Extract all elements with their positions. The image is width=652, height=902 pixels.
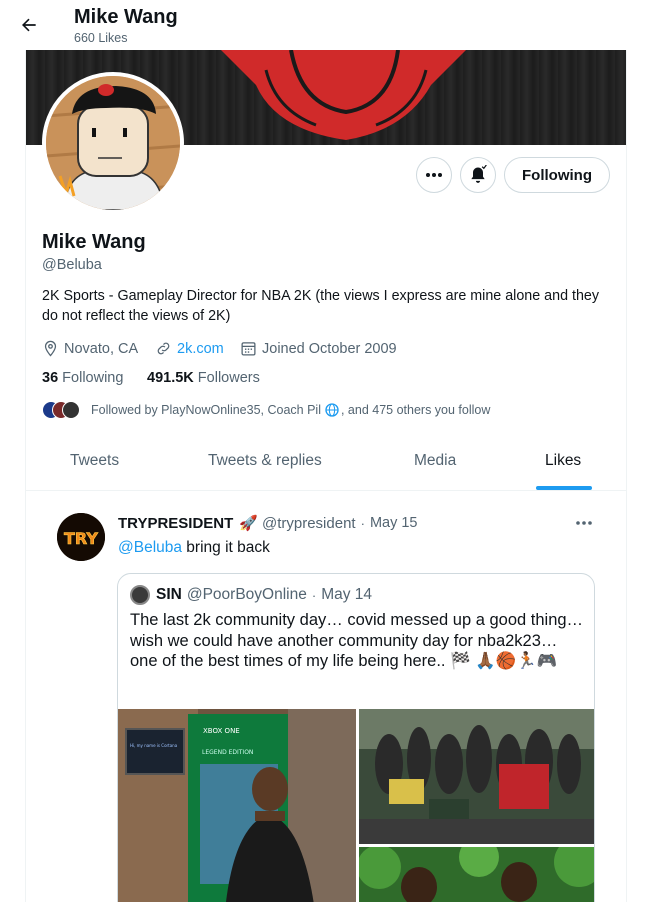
quoted-photo-3[interactable]: [359, 847, 594, 902]
quoted-tweet-text: The last 2k community day… covid messed …: [130, 611, 584, 670]
quoted-tweet-header: SIN @PoorBoyOnline · May 14: [130, 585, 372, 605]
tweet-author-avatar[interactable]: TRY: [57, 513, 105, 561]
profile-location: Novato, CA: [42, 340, 138, 357]
more-dots-icon: [426, 173, 442, 177]
quoted-author-avatar: [130, 585, 150, 605]
notifications-button[interactable]: [460, 157, 496, 193]
followed-by-text: Followed by PlayNowOnline35, Coach Pil: [91, 403, 321, 417]
profile-joined-date: Joined October 2009: [240, 340, 397, 357]
tab-likes[interactable]: Likes: [545, 452, 581, 470]
joined-text: Joined October 2009: [262, 340, 397, 357]
rocket-emoji-icon: 🚀: [239, 515, 258, 532]
back-arrow-icon[interactable]: [14, 10, 44, 40]
avatar-logo-text: TRY: [64, 529, 98, 548]
followed-by-row[interactable]: Followed by PlayNowOnline35, Coach Pil ,…: [42, 400, 490, 420]
tweet-text: @Beluba bring it back: [118, 539, 270, 557]
tweet-date[interactable]: May 15: [370, 515, 418, 531]
tab-tweets[interactable]: Tweets: [70, 452, 119, 470]
following-button[interactable]: Following: [504, 157, 610, 193]
tweet-author-handle[interactable]: @trypresident: [262, 515, 356, 532]
profile-avatar[interactable]: [42, 72, 184, 214]
quoted-date: May 14: [321, 586, 373, 603]
following-count-link[interactable]: 36 Following: [42, 370, 123, 386]
quoted-photo-2[interactable]: [359, 709, 594, 844]
header-title: Mike Wang: [74, 6, 178, 28]
followers-count-link[interactable]: 491.5K Followers: [147, 370, 260, 386]
calendar-icon: [241, 342, 256, 356]
profile-name: Mike Wang: [42, 231, 146, 253]
followers-label: Followers: [197, 370, 260, 386]
screen-text: Hi, my name is Cortana: [130, 743, 178, 748]
globe-icon: [325, 403, 339, 417]
bell-icon: [471, 165, 487, 183]
tweet-more-button[interactable]: [572, 513, 596, 533]
quoted-tweet-card[interactable]: SIN @PoorBoyOnline · May 14 The last 2k …: [117, 573, 595, 902]
quoted-photo-1[interactable]: Hi, my name is Cortana XBOX ONE LEGEND E…: [118, 709, 356, 902]
column-border-right: [626, 0, 627, 902]
following-count: 36: [42, 370, 59, 386]
quoted-author-name: SIN: [156, 586, 182, 603]
profile-bio: 2K Sports - Gameplay Director for NBA 2K…: [42, 288, 600, 324]
followed-by-tail: , and 475 others you follow: [340, 403, 491, 417]
more-dots-icon: [576, 521, 592, 525]
twitter-profile-page: Mike Wang 660 Likes Following Mike Wang …: [0, 0, 652, 902]
header-likes-count: 660 Likes: [74, 31, 128, 45]
followers-count: 491.5K: [147, 370, 194, 386]
follower-avatar: [62, 401, 80, 419]
tweet-separator: ·: [360, 515, 365, 531]
location-text: Novato, CA: [64, 340, 139, 357]
location-pin-icon: [44, 340, 57, 357]
link-icon: [157, 342, 170, 355]
tabs-divider: [26, 490, 626, 491]
profile-handle: @Beluba: [42, 257, 102, 273]
more-options-button[interactable]: [416, 157, 452, 193]
tweet-author-name[interactable]: TRYPRESIDENT: [118, 515, 233, 532]
profile-header-bar: Mike Wang 660 Likes: [0, 0, 652, 50]
sign-title: LEGEND EDITION: [202, 749, 253, 756]
quoted-separator: ·: [311, 587, 317, 603]
website-link[interactable]: 2k.com: [177, 341, 224, 357]
tweet-header: TRYPRESIDENT 🚀 @trypresident · May 15: [118, 514, 418, 533]
tab-tweets-replies[interactable]: Tweets & replies: [208, 452, 322, 470]
profile-website[interactable]: 2k.com: [155, 340, 224, 357]
tweet-mention-link[interactable]: @Beluba: [118, 539, 182, 556]
following-label: Following: [62, 370, 124, 386]
tweet-body: bring it back: [182, 539, 270, 556]
tab-media[interactable]: Media: [414, 452, 456, 470]
sign-label: XBOX ONE: [203, 727, 240, 735]
quoted-author-handle: @PoorBoyOnline: [186, 586, 307, 603]
